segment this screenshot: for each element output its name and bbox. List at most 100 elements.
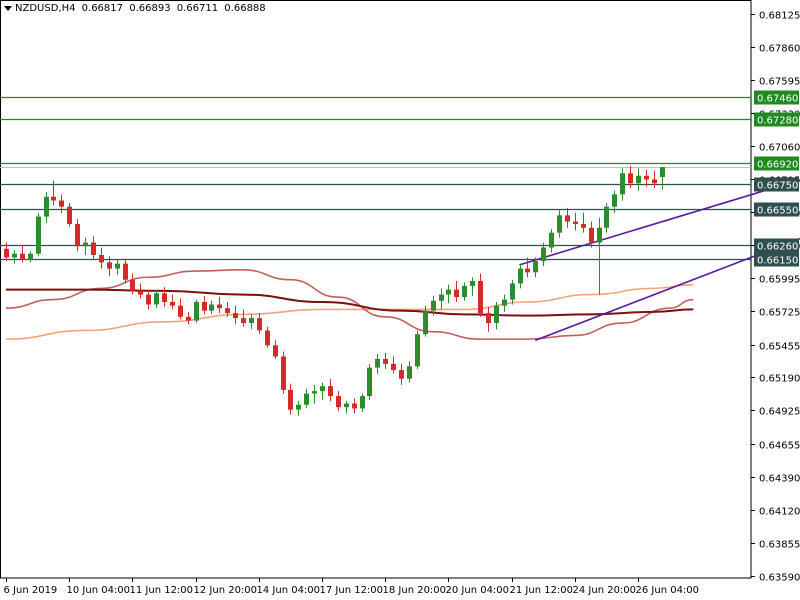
price-chart[interactable]: 0.681250.678600.675950.673300.670600.667… — [0, 0, 800, 600]
x-tick-label: 17 Jun 12:00 — [320, 585, 384, 596]
candle — [273, 340, 278, 359]
candle-body — [565, 215, 570, 222]
y-tick-label: 0.64655 — [759, 441, 800, 452]
candle-body — [652, 179, 657, 184]
moving-averages — [5, 269, 694, 340]
candle-body — [202, 301, 207, 311]
candle-body — [312, 391, 317, 394]
candle — [462, 282, 467, 301]
candle — [312, 384, 317, 404]
candle-body — [320, 386, 325, 392]
candle — [281, 351, 286, 394]
candle-body — [502, 299, 507, 306]
candle — [407, 361, 412, 383]
candle-body — [454, 289, 459, 298]
candle-body — [170, 301, 175, 306]
x-tick-label: 6 Jun 2019 — [4, 585, 58, 596]
candle-body — [28, 253, 33, 260]
x-tick-label: 24 Jun 20:00 — [573, 585, 637, 596]
level-labels: 0.67460 0.67280 0.66920 0.66750 0.66550 0.662… — [754, 90, 799, 267]
candle-body — [154, 293, 159, 305]
y-tick-label: 0.65455 — [759, 342, 800, 353]
candle — [660, 167, 665, 190]
candle — [565, 207, 570, 228]
candle — [636, 168, 641, 191]
candle — [502, 294, 507, 312]
candle — [375, 353, 380, 374]
candle — [170, 294, 175, 310]
candle-body — [383, 358, 388, 364]
candle — [478, 273, 483, 317]
candle-body — [91, 242, 96, 255]
candle — [352, 398, 357, 414]
candle-body — [107, 262, 112, 269]
x-tick-label: 11 Jun 12:00 — [130, 585, 194, 596]
candle — [320, 382, 325, 400]
candle-body — [541, 247, 546, 262]
candle-body — [375, 358, 380, 368]
candle-body — [67, 206, 72, 225]
candle-body — [328, 386, 333, 397]
candle — [620, 168, 625, 201]
candle-body — [36, 216, 41, 254]
candle-body — [273, 345, 278, 357]
y-tick-label: 0.67860 — [759, 44, 800, 55]
candle — [415, 330, 420, 369]
candle-body — [446, 289, 451, 295]
candle — [549, 228, 554, 253]
candle — [344, 401, 349, 414]
candle — [486, 306, 491, 332]
candle — [557, 210, 562, 238]
candle — [202, 295, 207, 315]
y-tick-label: 0.65190 — [759, 374, 800, 385]
x-tick-label: 18 Jun 20:00 — [383, 585, 447, 596]
candle — [446, 284, 451, 304]
candle — [336, 391, 341, 411]
candle-body — [130, 279, 135, 291]
candle — [209, 300, 214, 315]
candle — [304, 388, 309, 409]
candle — [510, 279, 515, 305]
candle-body — [399, 370, 404, 379]
level-tag-text-0: 0.67460 — [757, 94, 798, 105]
level-tag-text-3: 0.66750 — [757, 181, 798, 192]
candle — [123, 258, 128, 284]
candle — [391, 356, 396, 374]
candle-body — [486, 313, 491, 324]
candle-body — [462, 285, 467, 298]
y-tick-label: 0.63855 — [759, 540, 800, 551]
candle-body — [407, 366, 412, 379]
candles — [4, 165, 665, 416]
candle-body — [620, 173, 625, 195]
ma-slow-line — [6, 288, 694, 317]
candle-body — [423, 310, 428, 335]
candle-body — [344, 403, 349, 408]
ma-mid-line — [5, 283, 694, 340]
candle-body — [604, 206, 609, 228]
candle-body — [75, 224, 80, 247]
y-tick-label: 0.64390 — [759, 474, 800, 485]
candle-body — [12, 253, 17, 258]
candle-body — [257, 318, 262, 331]
candle — [194, 299, 199, 324]
candle-body — [4, 248, 9, 258]
x-tick-label: 21 Jun 12:00 — [510, 585, 574, 596]
candle-body — [660, 167, 665, 177]
candle — [20, 245, 25, 263]
y-tick-label: 0.64925 — [759, 407, 800, 418]
candle-body — [304, 393, 309, 405]
level-tag-text-4: 0.66550 — [757, 206, 798, 217]
x-tick-label: 10 Jun 04:00 — [67, 585, 131, 596]
candle-body — [494, 305, 499, 324]
candle-body — [209, 304, 214, 311]
candle — [186, 311, 191, 325]
candle — [12, 250, 17, 264]
y-tick-label: 0.68125 — [759, 11, 800, 22]
candle — [288, 383, 293, 415]
candle — [36, 212, 41, 257]
candle-body — [115, 263, 120, 269]
y-tick-label: 0.65995 — [759, 275, 800, 286]
candle-body — [162, 293, 167, 302]
candle-body — [83, 242, 88, 247]
candle-body — [439, 294, 444, 301]
